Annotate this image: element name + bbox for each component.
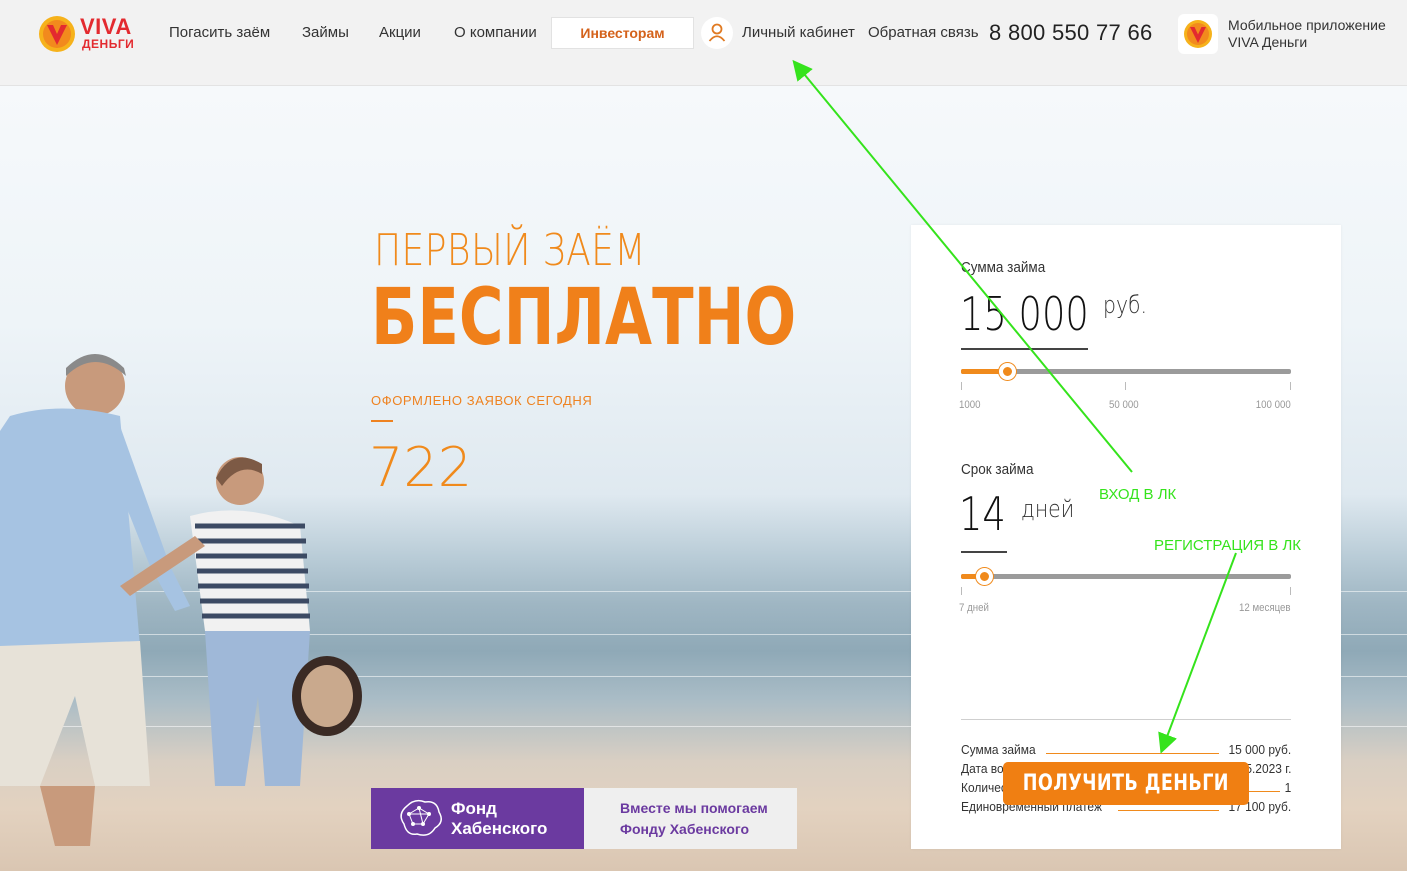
amount-label: Сумма займа (961, 259, 1046, 276)
khabensky-fund-banner[interactable]: Фонд Хабенского Вместе мы помогаем Фонду… (371, 788, 797, 849)
phone-number[interactable]: 8 800 550 77 66 (989, 20, 1153, 46)
site-header: VIVA ДЕНЬГИ Погасить заём Займы Акции О … (0, 0, 1407, 86)
hero-title-line1: ПЕРВЫЙ ЗАЁМ (374, 225, 646, 276)
fund-text-line2: Фонду Хабенского (620, 820, 750, 837)
amount-tick-mid: 50 000 (1109, 399, 1139, 411)
hero-title-line2: БЕСПЛАТНО (371, 273, 797, 363)
investors-button[interactable]: Инвесторам (551, 17, 694, 49)
amount-slider-handle[interactable] (999, 363, 1017, 380)
term-tick-min: 7 дней (959, 602, 989, 614)
amount-tick (1290, 382, 1291, 390)
user-icon[interactable] (701, 17, 733, 49)
divider (371, 420, 393, 422)
mobile-app-icon[interactable] (1178, 14, 1218, 54)
summary-value: 1 (1284, 780, 1291, 795)
amount-unit: руб. (1103, 291, 1147, 319)
fund-text-block: Вместе мы помогаем Фонду Хабенского (584, 788, 797, 849)
amount-tick (961, 382, 962, 390)
leader-line (1118, 810, 1219, 811)
annotation-register: РЕГИСТРАЦИЯ В ЛК (1154, 537, 1302, 554)
nav-loans[interactable]: Займы (302, 24, 349, 41)
fund-title-line2: Хабенского (451, 819, 548, 838)
fund-logo-block: Фонд Хабенского (371, 788, 584, 849)
mobile-app-link[interactable]: Мобильное приложение VIVA Деньги (1228, 17, 1386, 51)
divider (961, 719, 1291, 720)
leader-line (1046, 753, 1219, 754)
term-tick (1290, 587, 1291, 595)
mobile-app-line1: Мобильное приложение (1228, 17, 1386, 33)
get-money-button-label: ПОЛУЧИТЬ ДЕНЬГИ (1022, 771, 1230, 796)
nav-about-company[interactable]: О компании (454, 24, 537, 41)
feedback-link[interactable]: Обратная связь (868, 24, 979, 41)
applications-today-label: ОФОРМЛЕНО ЗАЯВОК СЕГОДНЯ (371, 393, 593, 408)
term-underline (961, 551, 1007, 553)
fund-title: Фонд Хабенского (451, 799, 547, 839)
summary-row-amount: Сумма займа 15 000 руб. (961, 738, 1291, 757)
term-slider[interactable] (961, 568, 1291, 585)
get-money-button[interactable]: ПОЛУЧИТЬ ДЕНЬГИ (1003, 762, 1249, 805)
summary-key: Сумма займа (961, 742, 1036, 757)
mobile-app-line2: VIVA Деньги (1228, 34, 1308, 50)
applications-today-count: 722 (369, 436, 473, 499)
term-slider-handle[interactable] (976, 568, 994, 585)
hero-section: ПЕРВЫЙ ЗАЁМ БЕСПЛАТНО ОФОРМЛЕНО ЗАЯВОК С… (0, 86, 1407, 871)
amount-tick-min: 1000 (959, 399, 981, 411)
amount-slider[interactable] (961, 363, 1291, 380)
term-unit: дней (1021, 495, 1075, 523)
nav-promotions[interactable]: Акции (379, 24, 421, 41)
logo[interactable]: VIVA ДЕНЬГИ (38, 12, 153, 56)
logo-text-dengi: ДЕНЬГИ (82, 37, 135, 51)
brain-icon (400, 799, 442, 836)
couple-photo (0, 354, 362, 846)
term-tick (961, 587, 962, 595)
term-tick-max: 12 месяцев (1239, 602, 1291, 614)
amount-tick-max: 100 000 (1256, 399, 1291, 411)
summary-value: 15 000 руб. (1228, 742, 1291, 757)
term-label: Срок займа (961, 461, 1034, 478)
amount-value[interactable]: 15 000 (960, 287, 1089, 341)
personal-cabinet-link[interactable]: Личный кабинет (742, 24, 855, 41)
fund-text-line1: Вместе мы помогаем (620, 799, 768, 816)
fund-title-line1: Фонд (451, 799, 497, 818)
amount-tick (1125, 382, 1126, 390)
nav-repay-loan[interactable]: Погасить заём (169, 24, 270, 41)
viva-logo-icon (39, 16, 75, 52)
annotation-login: ВХОД В ЛК (1099, 486, 1177, 503)
term-value[interactable]: 14 (959, 487, 1006, 541)
amount-underline (961, 348, 1088, 350)
